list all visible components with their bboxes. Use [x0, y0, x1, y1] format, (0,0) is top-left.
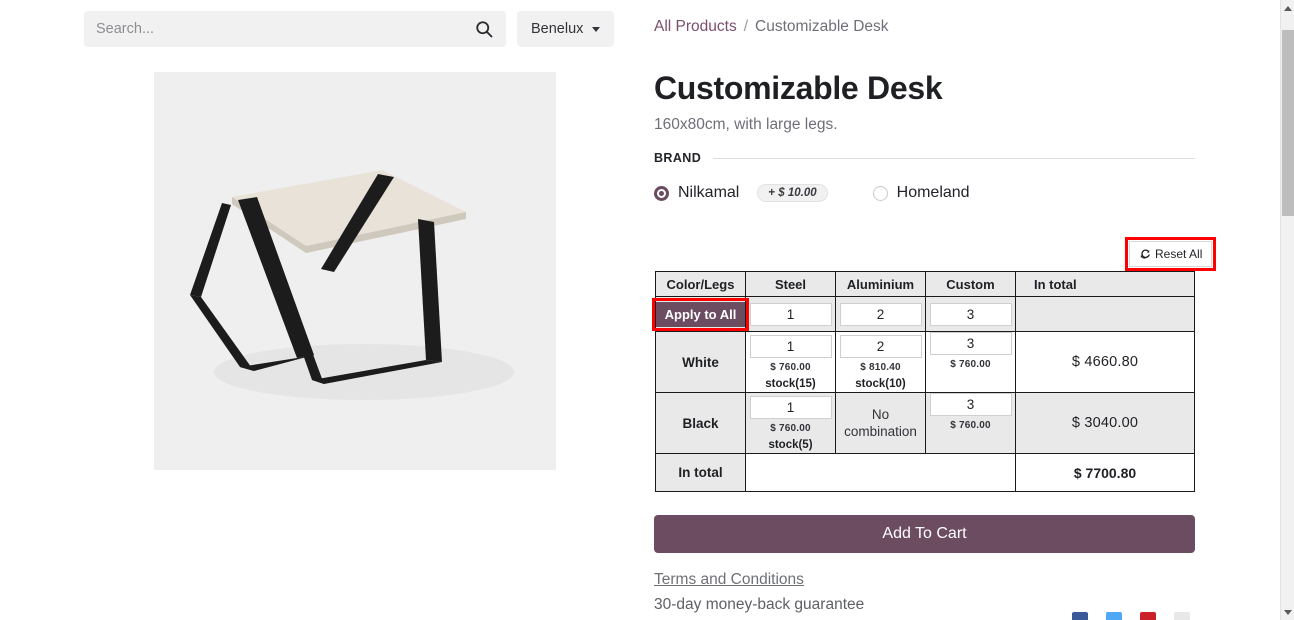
- black-steel-price: $ 760.00: [770, 422, 811, 434]
- white-row-total: $ 4660.80: [1014, 331, 1196, 393]
- money-back-guarantee-text: 30-day money-back guarantee: [654, 596, 865, 613]
- refresh-icon: [1140, 249, 1150, 259]
- vertical-scrollbar[interactable]: [1280, 0, 1294, 620]
- apply-total-cell: [1014, 296, 1196, 332]
- apply-qty-steel-cell: [745, 296, 836, 332]
- top-bar: Benelux: [0, 0, 1280, 57]
- search-input[interactable]: [96, 21, 474, 37]
- breadcrumb: All Products / Customizable Desk: [654, 18, 889, 36]
- social-share-icons: [1072, 612, 1190, 620]
- twitter-icon[interactable]: [1106, 612, 1122, 620]
- matrix-header-aluminium: Aluminium: [835, 271, 926, 297]
- brand-option-label: Nilkamal: [678, 184, 740, 201]
- grand-total-label: In total: [655, 453, 746, 492]
- matrix-header-steel: Steel: [745, 271, 836, 297]
- matrix-header-custom: Custom: [925, 271, 1016, 297]
- reset-all-label: Reset All: [1155, 247, 1203, 261]
- extra-price-badge: + $ 10.00: [757, 184, 828, 202]
- breadcrumb-all-products[interactable]: All Products: [654, 18, 737, 36]
- white-aluminium-cell: $ 810.40 stock(10): [835, 331, 926, 393]
- black-steel-stock: stock(5): [768, 438, 813, 451]
- grand-total-spacer: [745, 453, 1016, 492]
- product-configurator-page: Benelux All Products / Customizable Desk: [0, 0, 1294, 620]
- apply-qty-steel-input[interactable]: [749, 302, 832, 326]
- black-steel-input[interactable]: [749, 395, 832, 419]
- white-aluminium-input[interactable]: [839, 334, 922, 358]
- scroll-down-arrow[interactable]: [1281, 605, 1294, 619]
- attribute-legend-label: BRAND: [654, 151, 702, 165]
- white-steel-stock: stock(15): [765, 377, 816, 390]
- search-icon[interactable]: [474, 19, 494, 39]
- brand-option-nilkamal[interactable]: Nilkamal + $ 10.00: [654, 184, 828, 202]
- apply-to-all-cell: Apply to All: [651, 296, 750, 332]
- pinterest-icon[interactable]: [1140, 612, 1156, 620]
- apply-to-all-row: Apply to All: [651, 296, 1196, 332]
- grand-total-value: $ 7700.80: [1014, 453, 1196, 492]
- brand-option-homeland[interactable]: Homeland: [872, 184, 970, 202]
- extra-price-value: $ 10.00: [778, 187, 817, 199]
- matrix-footer-row: In total $ 7700.80: [655, 453, 1196, 492]
- white-steel-price: $ 760.00: [770, 361, 811, 373]
- reset-all-button[interactable]: Reset All: [1129, 241, 1213, 267]
- matrix-header-row: Color/Legs Steel Aluminium Custom In tot…: [655, 271, 1196, 297]
- row-label-black: Black: [655, 392, 746, 454]
- white-custom-input[interactable]: [929, 332, 1012, 355]
- apply-to-all-button[interactable]: Apply to All: [655, 301, 746, 327]
- region-label: Benelux: [531, 21, 584, 37]
- breadcrumb-current: Customizable Desk: [755, 18, 889, 35]
- white-custom-price: $ 760.00: [950, 359, 991, 370]
- black-row-total: $ 3040.00: [1014, 392, 1196, 454]
- reset-all-highlight: Reset All: [1125, 237, 1217, 271]
- scrollbar-thumb[interactable]: [1282, 30, 1294, 216]
- add-to-cart-button[interactable]: Add To Cart: [654, 515, 1195, 553]
- apply-to-all-highlight: Apply to All: [651, 297, 750, 331]
- scroll-up-arrow[interactable]: [1281, 1, 1294, 15]
- radio-selected-icon[interactable]: [654, 185, 669, 201]
- apply-qty-aluminium-input[interactable]: [839, 302, 922, 326]
- row-label-white: White: [655, 331, 746, 393]
- page-title: Customizable Desk: [654, 70, 943, 106]
- white-steel-cell: $ 760.00 stock(15): [745, 331, 836, 393]
- white-steel-input[interactable]: [749, 334, 832, 358]
- black-steel-cell: $ 760.00 stock(5): [745, 392, 836, 454]
- apply-qty-custom-cell: [925, 296, 1016, 332]
- facebook-icon[interactable]: [1072, 612, 1088, 620]
- matrix-header-in-total: In total: [1014, 271, 1196, 297]
- product-image[interactable]: [154, 72, 556, 470]
- breadcrumb-separator: /: [743, 18, 749, 35]
- brand-option-label: Homeland: [896, 184, 970, 201]
- legend-divider: [713, 157, 1195, 159]
- table-row: Black $ 760.00 stock(5) No combination $…: [655, 392, 1196, 454]
- black-custom-input[interactable]: [929, 393, 1012, 416]
- black-aluminium-no-combination: No combination: [835, 392, 926, 454]
- white-custom-stock-spacer: [926, 370, 1015, 392]
- brand-radio-group: Nilkamal + $ 10.00 Homeland: [654, 184, 1195, 202]
- region-selector[interactable]: Benelux: [517, 11, 615, 47]
- white-aluminium-stock: stock(10): [855, 377, 906, 390]
- black-custom-price: $ 760.00: [950, 420, 991, 431]
- product-detail: Customizable Desk 160x80cm, with large l…: [654, 66, 1195, 202]
- desk-illustration: [154, 72, 556, 470]
- black-custom-stock-spacer: [926, 431, 1015, 453]
- attribute-legend: BRAND: [654, 151, 1195, 165]
- radio-unselected-icon[interactable]: [872, 185, 888, 201]
- product-subtitle: 160x80cm, with large legs.: [654, 116, 838, 133]
- white-aluminium-price: $ 810.40: [860, 361, 901, 373]
- apply-qty-custom-input[interactable]: [929, 302, 1012, 326]
- terms-and-conditions-link[interactable]: Terms and Conditions: [654, 571, 804, 589]
- chevron-down-icon: [592, 26, 601, 32]
- apply-qty-aluminium-cell: [835, 296, 926, 332]
- table-row: White $ 760.00 stock(15) $ 810.40 stock(…: [655, 331, 1196, 393]
- linkedin-icon[interactable]: [1174, 612, 1190, 620]
- plus-sign: +: [768, 187, 776, 199]
- search-box[interactable]: [84, 11, 506, 47]
- matrix-header-color: Color/Legs: [655, 271, 746, 297]
- black-custom-cell: $ 760.00: [925, 392, 1016, 454]
- variant-matrix-table: Color/Legs Steel Aluminium Custom In tot…: [651, 271, 1196, 492]
- white-custom-cell: $ 760.00: [925, 331, 1016, 393]
